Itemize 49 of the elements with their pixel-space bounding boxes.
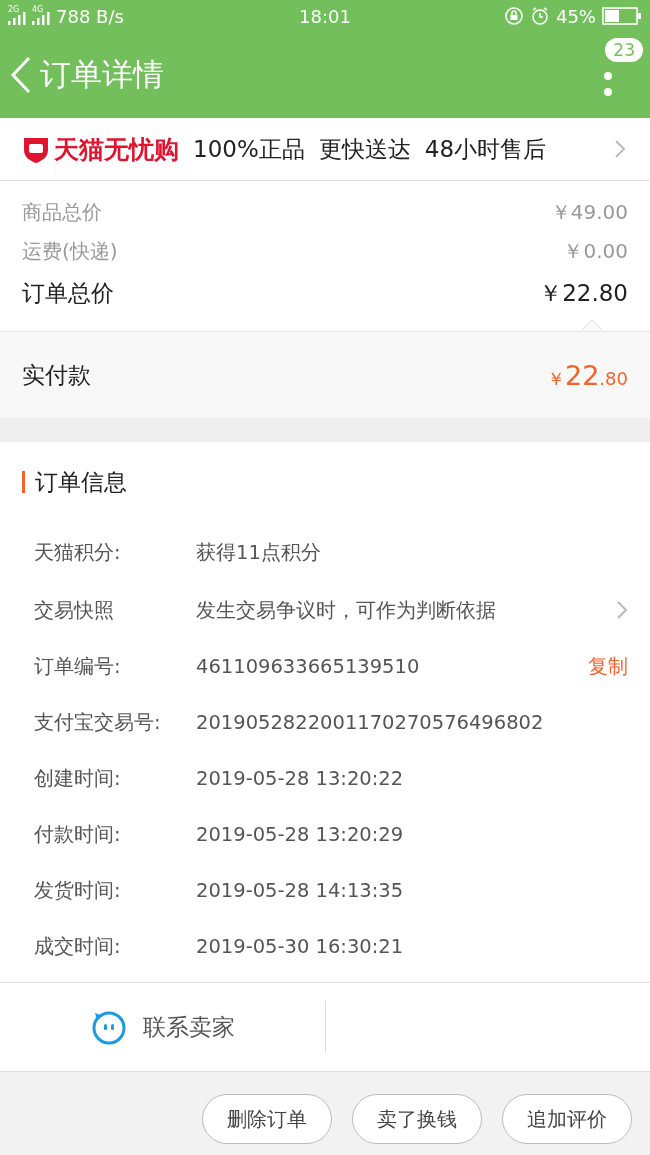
clock: 18:01 (298, 5, 352, 27)
info-label: 付款时间: (34, 821, 122, 848)
info-value: 获得11点积分 (196, 539, 322, 566)
info-label: 天猫积分: (34, 539, 122, 566)
signal-icon (8, 11, 26, 25)
info-value: 2019-05-28 14:13:35 (196, 878, 405, 902)
section-title: 订单信息 (35, 467, 127, 497)
info-value: 2019052822001170270576496802 (196, 710, 545, 734)
action-button[interactable]: 追加评价 (502, 1094, 632, 1144)
info-label: 订单编号: (34, 653, 122, 680)
page-title: 订单详情 (40, 55, 164, 94)
network-label: 4G (32, 5, 44, 14)
price-label: 商品总价 (22, 199, 102, 226)
message-count-badge: 23 (605, 38, 643, 62)
service-promise: 100%正品 (193, 134, 305, 164)
info-label: 交易快照 (34, 597, 115, 624)
info-value: 2019-05-28 13:20:22 (196, 766, 405, 790)
battery-icon (602, 7, 642, 25)
price-value: ￥0.00 (563, 238, 628, 265)
price-value: ￥22.80 (539, 278, 628, 308)
action-button[interactable]: 删除订单 (202, 1094, 332, 1144)
price-label: 运费(快递) (22, 238, 118, 265)
info-value[interactable]: 发生交易争议时，可作为判断依据 (196, 596, 616, 624)
network-label: 2G (8, 5, 20, 14)
service-promise: 48小时售后 (424, 134, 547, 164)
signal-icon (32, 11, 50, 25)
network-speed: 788 B/s (56, 5, 124, 27)
info-value: 2019-05-30 16:30:21 (196, 934, 405, 958)
more-icon[interactable] (604, 72, 612, 98)
info-label: 发货时间: (34, 877, 122, 904)
alarm-icon (529, 6, 550, 26)
info-value: 2019-05-28 13:20:29 (196, 822, 405, 846)
service-promise: 更快送达 (318, 134, 411, 164)
chat-face-icon (90, 1009, 127, 1045)
back-icon[interactable] (10, 56, 32, 94)
chevron-right-icon (614, 139, 626, 159)
price-value: ￥49.00 (550, 199, 628, 226)
rotation-lock-icon (503, 6, 524, 26)
info-label: 创建时间: (34, 765, 122, 792)
paid-amount: ￥22.80 (547, 359, 628, 391)
info-value: 461109633665139510 (196, 654, 421, 678)
price-label: 订单总价 (22, 278, 114, 308)
paid-label: 实付款 (22, 360, 91, 390)
action-button[interactable]: 卖了换钱 (352, 1094, 482, 1144)
battery-percent: 45% (555, 5, 596, 27)
info-label: 成交时间: (34, 933, 122, 960)
chevron-right-icon (616, 600, 628, 620)
info-label: 支付宝交易号: (34, 709, 162, 736)
brand-name: 天猫无忧购 (54, 133, 179, 166)
